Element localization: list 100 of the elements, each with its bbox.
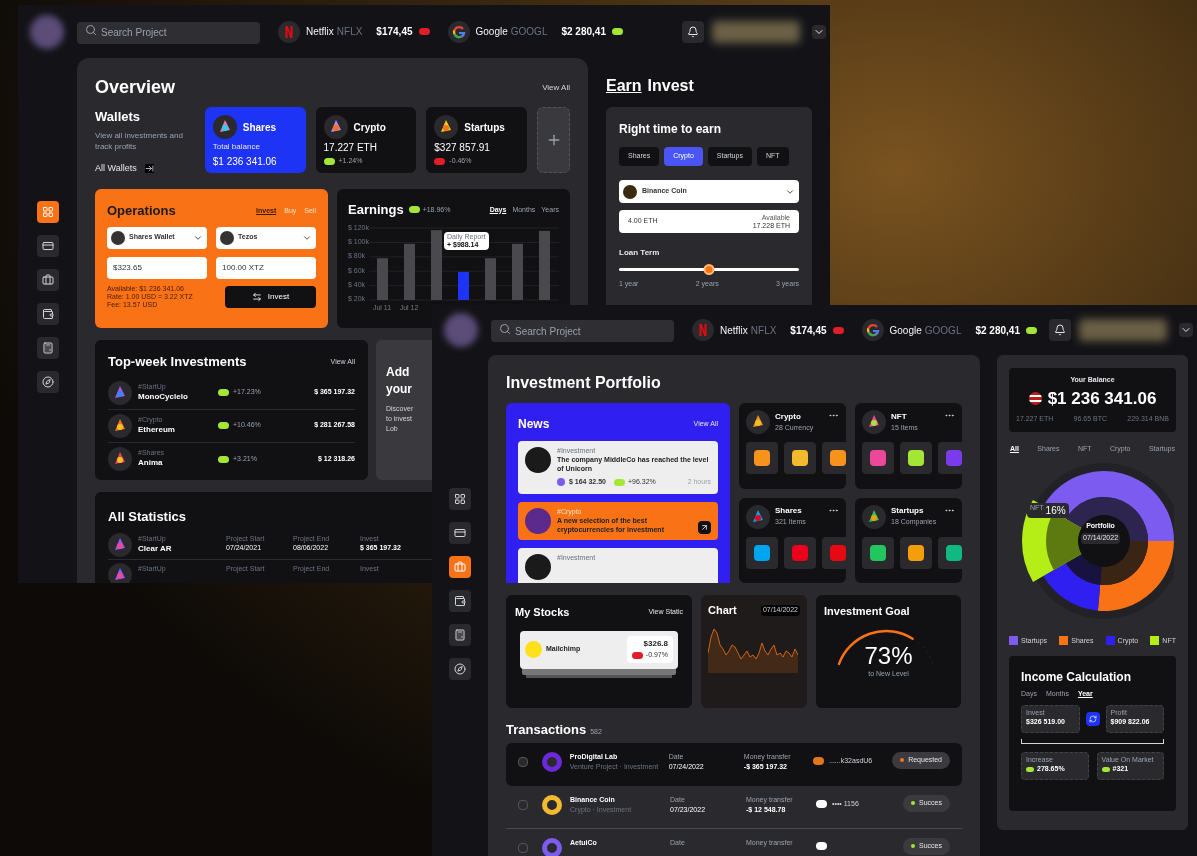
category-name: NFT — [891, 410, 908, 423]
search-icon — [499, 322, 511, 335]
category-name: Startups — [891, 505, 925, 518]
card-title: Investment Goal — [824, 604, 911, 619]
project-logo-icon — [108, 380, 132, 405]
earnings-title: Earnings — [348, 201, 404, 219]
balance-amount: $1 236 341.06 — [1047, 387, 1157, 410]
category-icon — [746, 410, 770, 434]
operations-title: Operations — [107, 202, 176, 220]
flag-icon — [1028, 391, 1042, 405]
company-logo-icon — [541, 751, 562, 772]
category-name: Shares — [775, 505, 803, 518]
wallet-name: Shares — [242, 120, 277, 135]
calculator-icon — [454, 629, 466, 641]
sidebar-card-button[interactable] — [36, 235, 59, 257]
card-title: Chart — [708, 603, 737, 618]
amount-field[interactable]: 100.00 XTZ — [216, 256, 316, 279]
coin-icon — [111, 230, 125, 245]
briefcase-icon — [454, 561, 466, 573]
row-checkbox[interactable] — [518, 756, 528, 767]
section-title: Overview — [95, 76, 176, 99]
wallets-title: Wallets — [95, 108, 142, 126]
sidebar-compass-button[interactable] — [449, 658, 471, 680]
chart-bar — [404, 243, 416, 300]
sidebar-calculator-button[interactable] — [36, 337, 59, 359]
investment-name: MonoCyclelo — [138, 391, 189, 403]
card-brand-icon — [816, 799, 827, 808]
promo-title: Add — [386, 364, 411, 381]
wallet-amount: $1 236 341.06 — [212, 155, 278, 169]
project-logo-icon — [108, 532, 132, 557]
all-wallets-link[interactable]: All Wallets — [95, 161, 195, 175]
compass-icon — [41, 376, 54, 388]
notification-button[interactable] — [1049, 319, 1071, 341]
google-logo-icon — [861, 319, 884, 341]
wallet-amount: 17.227 ETH — [323, 141, 378, 155]
coin-icon — [220, 230, 234, 245]
card-icon — [454, 527, 466, 539]
slider-thumb[interactable] — [703, 264, 715, 275]
ticker-price: $2 280,41 — [975, 323, 1020, 338]
bell-icon — [687, 25, 699, 38]
view-all-link[interactable]: View All — [542, 81, 570, 94]
news-logo-icon — [525, 553, 551, 580]
card-title: My Stocks — [515, 605, 570, 620]
arrow-icon — [698, 520, 711, 534]
ticker-price: $174,45 — [790, 323, 827, 338]
ticker-symbol: NFLX — [336, 25, 363, 39]
bell-icon — [1054, 324, 1066, 336]
search-field[interactable]: Search Project — [491, 320, 674, 343]
chart-bar — [485, 257, 497, 300]
section-title: Transactions — [506, 721, 587, 739]
sidebar-card-button[interactable] — [449, 522, 471, 544]
google-logo-icon — [447, 20, 470, 43]
swap-arrows-icon — [251, 291, 262, 302]
dropdown-button[interactable] — [812, 24, 826, 39]
coin-icon — [623, 184, 637, 199]
row-checkbox[interactable] — [518, 842, 528, 853]
sidebar-briefcase-button[interactable] — [36, 269, 59, 291]
chart-bar — [377, 257, 389, 300]
compass-icon — [454, 663, 466, 675]
ticker-name: Google — [889, 323, 922, 338]
ticker-price: $174,45 — [376, 25, 413, 39]
company-logo-icon — [542, 794, 562, 815]
project-logo-icon — [108, 447, 132, 471]
sidebar-wallet-button[interactable] — [449, 590, 471, 612]
card-title: Top-week Investments — [108, 353, 247, 371]
card-title: All Statistics — [108, 509, 187, 524]
sidebar-grid-button[interactable] — [36, 201, 59, 223]
avatar — [30, 14, 64, 49]
wallet-card[interactable]: Shares Total balance $1 236 341.06 — [204, 107, 306, 173]
mode-tab[interactable]: Invest — [647, 74, 694, 98]
sidebar-calculator-button[interactable] — [449, 624, 471, 646]
grid-icon — [41, 206, 54, 218]
loan-term-title: Loan Term — [619, 247, 661, 259]
sidebar-wallet-button[interactable] — [36, 303, 59, 325]
amount-field[interactable]: $323.65 — [107, 256, 207, 279]
ticker-name: Netflix — [720, 323, 748, 338]
search-field[interactable]: Search Project — [77, 21, 260, 44]
sidebar-grid-button[interactable] — [449, 488, 471, 510]
notification-button[interactable] — [682, 20, 704, 43]
trend-up-icon — [1026, 767, 1034, 772]
card-brand-icon — [816, 841, 827, 850]
avatar — [444, 313, 478, 347]
trend-up-icon — [1101, 767, 1110, 772]
invest-button[interactable]: Invest — [225, 285, 316, 308]
news-title: News — [518, 416, 550, 433]
mode-tab[interactable]: Earn — [606, 74, 642, 98]
chart-bar — [431, 229, 443, 300]
sidebar-compass-button[interactable] — [36, 371, 59, 393]
wallet-name: Startups — [464, 120, 505, 135]
row-checkbox[interactable] — [518, 799, 528, 810]
news-logo-icon — [525, 507, 551, 534]
sidebar-briefcase-button[interactable] — [449, 556, 471, 578]
dropdown-button[interactable] — [1179, 323, 1193, 337]
grid-icon — [454, 493, 466, 505]
arrow-right-icon — [144, 163, 154, 173]
briefcase-icon — [41, 274, 54, 286]
card-icon — [41, 240, 54, 252]
coin-icon — [557, 478, 565, 487]
ticker-price: $2 280,41 — [561, 25, 606, 39]
balance-label: Total balance — [212, 141, 261, 153]
